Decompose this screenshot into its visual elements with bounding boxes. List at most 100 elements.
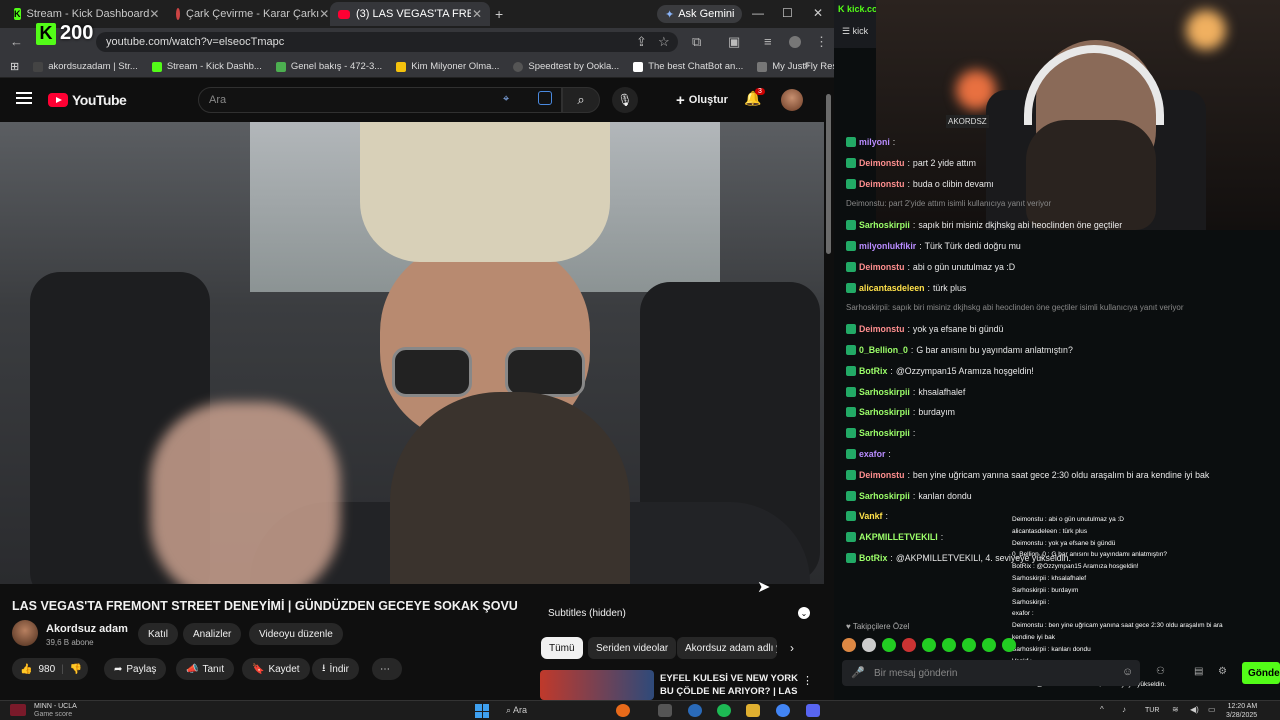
chip-channel[interactable]: Akordsuz adam adlı y	[677, 637, 777, 659]
send-button[interactable]: Gönder	[1242, 662, 1280, 684]
youtube-logo[interactable]: YouTube	[48, 92, 127, 108]
chat-username[interactable]: 0_Bellion_0	[859, 345, 908, 355]
chat-users-icon[interactable]: ⚇	[1156, 666, 1165, 677]
close-icon[interactable]: ✕	[319, 7, 328, 21]
close-icon[interactable]: ✕	[149, 7, 159, 21]
video-player[interactable]	[0, 122, 824, 584]
chat-message-input[interactable]: Bir mesaj gönderin	[842, 660, 1140, 686]
app-icon[interactable]	[658, 704, 672, 717]
chat-username[interactable]: milyoni	[859, 137, 890, 147]
chat-username[interactable]: Sarhoskirpii	[859, 407, 910, 417]
install-icon[interactable]: ⇪	[636, 34, 647, 50]
tab-cark-cevirme[interactable]: Çark Çevirme - Karar Çarkı ✕	[168, 2, 328, 26]
wifi-icon[interactable]: ≋	[1172, 705, 1179, 714]
discord-icon[interactable]	[806, 704, 820, 717]
mic-icon[interactable]: 🎤	[851, 666, 865, 679]
settings-gear-icon[interactable]: ⚙	[1218, 666, 1227, 677]
bookmark-speedtest[interactable]: Speedtest by Ookla...	[513, 61, 619, 72]
tab-youtube-video[interactable]: (3) LAS VEGAS'TA FREMONT ST✕	[330, 2, 490, 26]
bookmark-kick-dashboard[interactable]: Stream - Kick Dashb...	[151, 61, 262, 72]
chat-username[interactable]: Deimonstu	[859, 179, 904, 189]
menu-dots-icon[interactable]: ⋮	[815, 34, 828, 50]
back-icon[interactable]: ←	[10, 34, 23, 49]
download-button[interactable]: ⭳ İndir	[312, 658, 359, 680]
chip-all[interactable]: Tümü	[541, 637, 583, 659]
emote-icon[interactable]	[842, 638, 856, 652]
app-icon[interactable]	[616, 704, 630, 717]
edit-video-button[interactable]: Videoyu düzenle	[249, 623, 343, 645]
channel-name[interactable]: Akordsuz adam	[46, 623, 128, 635]
channel-avatar[interactable]	[12, 620, 38, 646]
kick-menu-icon[interactable]: ☰ kick	[842, 26, 868, 37]
spotify-icon[interactable]	[717, 704, 731, 717]
translate-icon[interactable]: ⌖	[503, 93, 509, 106]
extensions-icon[interactable]: ⧉	[692, 34, 701, 50]
chevron-down-icon[interactable]: ⌄	[798, 607, 810, 619]
bookmark-kim-milyoner[interactable]: Kim Milyoner Olma...	[396, 61, 499, 72]
thumbs-down-icon[interactable]: 👎	[70, 664, 82, 675]
chat-username[interactable]: Deimonstu	[859, 470, 904, 480]
emote-icon[interactable]	[1002, 638, 1016, 652]
more-actions-button[interactable]: ⋯	[372, 658, 402, 680]
bookmark-star-icon[interactable]: ☆	[658, 34, 670, 50]
bookmarks-more-icon[interactable]: »	[804, 60, 810, 71]
chat-username[interactable]: AKPMILLETVEKILI	[859, 532, 938, 542]
clock[interactable]: 12:20 AM 3/28/2025	[1226, 702, 1257, 720]
chat-username[interactable]: Deimonstu	[859, 324, 904, 334]
bookmark-chatbot[interactable]: The best ChatBot an...	[633, 61, 743, 72]
chat-username[interactable]: alicantasdeleen	[859, 283, 925, 293]
emote-icon[interactable]	[942, 638, 956, 652]
file-explorer-icon[interactable]	[746, 704, 760, 717]
recommended-thumbnail[interactable]	[540, 670, 654, 700]
more-vert-icon[interactable]: ⋮	[802, 674, 813, 687]
lens-icon[interactable]	[538, 91, 552, 105]
search-button[interactable]: ⌕	[562, 87, 600, 113]
volume-icon[interactable]: ◀)	[1190, 705, 1199, 714]
taskbar-search[interactable]: ⌕ Ara	[506, 705, 527, 716]
app-icon[interactable]	[688, 704, 702, 717]
emote-icon[interactable]	[922, 638, 936, 652]
chevron-right-icon[interactable]: ›	[790, 641, 794, 655]
chat-username[interactable]: Deimonstu	[859, 262, 904, 272]
chat-username[interactable]: Vankf	[859, 511, 882, 521]
share-button[interactable]: ➦ Paylaş	[104, 658, 167, 680]
subtitles-panel-header[interactable]: Subtitles (hidden) ⌄	[540, 602, 810, 624]
ask-gemini-button[interactable]: ✦ Ask Gemini	[657, 5, 743, 23]
media-icon[interactable]: ≡	[764, 34, 772, 49]
promote-button[interactable]: 📣 Tanıt	[176, 658, 235, 680]
battery-icon[interactable]: ▭	[1208, 705, 1216, 714]
chat-username[interactable]: Sarhoskirpii	[859, 491, 910, 501]
minimize-icon[interactable]: —	[752, 6, 764, 20]
chrome-icon[interactable]	[776, 704, 790, 717]
chat-username[interactable]: Sarhoskirpii	[859, 220, 910, 230]
account-avatar[interactable]	[781, 89, 803, 111]
page-scrollbar[interactable]	[824, 78, 834, 698]
chip-series[interactable]: Seriden videolar	[588, 637, 677, 659]
bookmark-justfly[interactable]: My JustFly Reservati...	[757, 61, 834, 72]
emoji-icon[interactable]: ☺	[1122, 666, 1133, 678]
like-button[interactable]: 👍 980 | 👎	[12, 658, 89, 680]
chat-username[interactable]: Deimonstu	[859, 158, 904, 168]
chat-username[interactable]: BotRix	[859, 553, 887, 563]
apps-icon[interactable]: ⊞	[10, 60, 19, 73]
new-tab-icon[interactable]: +	[495, 6, 503, 22]
chat-mod-icon[interactable]: ▤	[1194, 666, 1203, 677]
profile-avatar[interactable]	[789, 36, 801, 48]
emote-icon[interactable]	[882, 638, 896, 652]
chat-username[interactable]: Sarhoskirpii	[859, 387, 910, 397]
close-icon[interactable]: ✕	[472, 7, 482, 21]
emote-icon[interactable]	[982, 638, 996, 652]
bookmark-genel-bakis[interactable]: Genel bakış - 472-3...	[275, 61, 382, 72]
chat-username[interactable]: Sarhoskirpii	[859, 428, 910, 438]
close-window-icon[interactable]: ✕	[813, 6, 823, 20]
chat-username[interactable]: exafor	[859, 449, 885, 459]
voice-search-button[interactable]: 🎙	[612, 87, 638, 113]
create-button[interactable]: + Oluştur	[668, 89, 736, 111]
emote-icon[interactable]	[962, 638, 976, 652]
bookmark-akordsuzadam[interactable]: akordsuzadam | Str...	[33, 61, 138, 72]
analytics-button[interactable]: Analizler	[183, 623, 242, 645]
tray-mic-icon[interactable]: ♪	[1122, 705, 1126, 714]
join-button[interactable]: Katıl	[138, 623, 179, 645]
emote-icon[interactable]	[902, 638, 916, 652]
start-windows-icon[interactable]	[475, 704, 489, 718]
